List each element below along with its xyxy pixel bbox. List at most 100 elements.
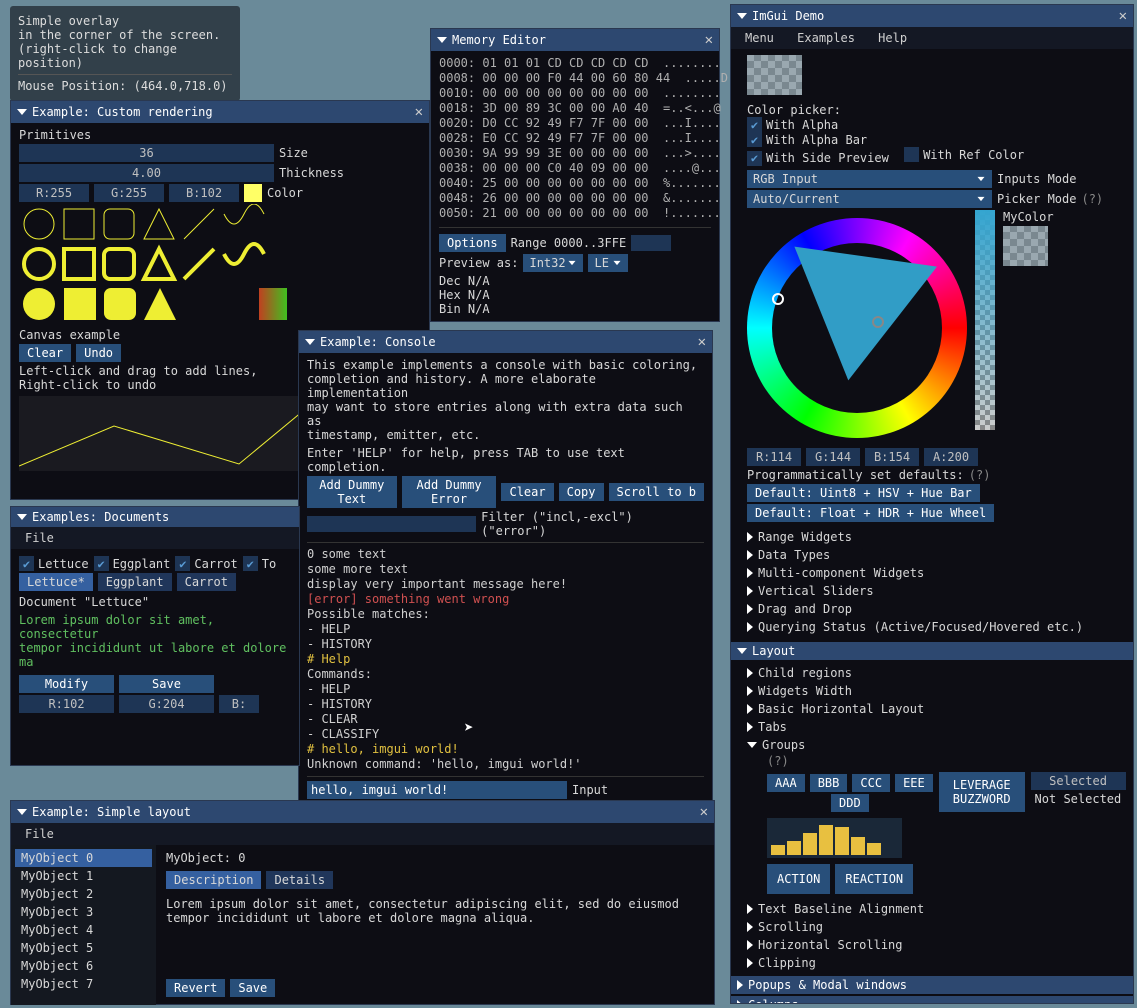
default-2-button[interactable]: Default: Float + HDR + Hue Wheel: [747, 504, 994, 522]
color-preview-large[interactable]: [747, 55, 802, 95]
columns-header[interactable]: Columns: [731, 996, 1133, 1005]
selected-cell[interactable]: Selected: [1031, 772, 1126, 790]
titlebar[interactable]: Example: Simple layout ✕: [11, 801, 714, 823]
menu-help[interactable]: Help: [870, 29, 915, 47]
alpha-bar[interactable]: [975, 210, 995, 430]
tree-item[interactable]: Text Baseline Alignment: [747, 900, 1117, 918]
tree-item[interactable]: Drag and Drop: [747, 600, 1117, 618]
tree-item[interactable]: Basic Horizontal Layout: [747, 700, 1117, 718]
titlebar[interactable]: ImGui Demo ✕: [731, 5, 1133, 27]
tree-item[interactable]: Vertical Sliders: [747, 582, 1117, 600]
list-item[interactable]: MyObject 1: [15, 867, 152, 885]
checkbox-tomato[interactable]: ✔To: [243, 556, 276, 571]
add-dummy-error-button[interactable]: Add Dummy Error: [402, 476, 497, 508]
aaa-button[interactable]: AAA: [767, 774, 805, 792]
collapse-arrow-icon[interactable]: [305, 339, 315, 345]
color-b-drag[interactable]: B:102: [169, 184, 239, 202]
save-button[interactable]: Save: [230, 979, 275, 997]
leverage-button[interactable]: LEVERAGE BUZZWORD: [939, 772, 1025, 812]
titlebar[interactable]: Example: Custom rendering ✕: [11, 101, 429, 123]
inputs-mode-combo[interactable]: RGB Input: [747, 170, 992, 188]
help-marker-icon[interactable]: (?): [1081, 192, 1103, 206]
tree-item[interactable]: Multi-component Widgets: [747, 564, 1117, 582]
color-wheel[interactable]: [747, 210, 967, 446]
ccc-button[interactable]: CCC: [852, 774, 890, 792]
object-list[interactable]: MyObject 0MyObject 1MyObject 2MyObject 3…: [11, 845, 156, 1005]
ddd-button[interactable]: DDD: [831, 794, 869, 812]
checkbox-side-preview[interactable]: ✔With Side Preview: [747, 151, 889, 166]
console-input[interactable]: [307, 781, 567, 799]
titlebar[interactable]: Memory Editor ✕: [431, 29, 719, 51]
list-item[interactable]: MyObject 6: [15, 957, 152, 975]
clear-button[interactable]: Clear: [501, 483, 553, 501]
checkbox-lettuce[interactable]: ✔Lettuce: [19, 556, 89, 571]
goto-input[interactable]: [631, 235, 671, 251]
menu-file[interactable]: File: [17, 529, 62, 547]
filter-input[interactable]: [307, 516, 476, 532]
reaction-button[interactable]: REACTION: [835, 864, 913, 894]
tree-item[interactable]: Range Widgets: [747, 528, 1117, 546]
checkbox-alpha-bar[interactable]: ✔With Alpha Bar: [747, 132, 867, 147]
window-memory-editor[interactable]: Memory Editor ✕ 0000: 01 01 01 CD CD CD …: [430, 28, 720, 322]
save-button[interactable]: Save: [119, 675, 214, 693]
tab-carrot[interactable]: Carrot: [177, 573, 236, 591]
revert-button[interactable]: Revert: [166, 979, 225, 997]
color-b-drag[interactable]: B:: [219, 695, 259, 713]
window-documents[interactable]: Examples: Documents File ✔Lettuce ✔Eggpl…: [10, 506, 300, 766]
collapse-arrow-icon[interactable]: [437, 37, 447, 43]
list-item[interactable]: MyObject 7: [15, 975, 152, 993]
menu-examples[interactable]: Examples: [789, 29, 863, 47]
window-simple-layout[interactable]: Example: Simple layout ✕ File MyObject 0…: [10, 800, 715, 1005]
size-drag[interactable]: 36: [19, 144, 274, 162]
titlebar[interactable]: Example: Console ✕: [299, 331, 712, 353]
list-item[interactable]: MyObject 4: [15, 921, 152, 939]
copy-button[interactable]: Copy: [559, 483, 604, 501]
g-drag[interactable]: G:144: [806, 448, 860, 466]
scroll-bottom-button[interactable]: Scroll to b: [609, 483, 704, 501]
options-button[interactable]: Options: [439, 234, 506, 252]
close-icon[interactable]: ✕: [700, 804, 708, 820]
list-item[interactable]: MyObject 5: [15, 939, 152, 957]
collapse-arrow-icon[interactable]: [17, 514, 27, 520]
color-g-drag[interactable]: G:204: [119, 695, 214, 713]
tree-item[interactable]: Tabs: [747, 718, 1117, 736]
list-item[interactable]: MyObject 2: [15, 885, 152, 903]
checkbox-carrot[interactable]: ✔Carrot: [175, 556, 237, 571]
close-icon[interactable]: ✕: [705, 32, 713, 48]
tree-groups[interactable]: Groups: [747, 736, 1117, 754]
color-r-drag[interactable]: R:102: [19, 695, 114, 713]
checkbox-eggplant[interactable]: ✔Eggplant: [94, 556, 171, 571]
type-combo[interactable]: Int32: [523, 254, 583, 272]
modify-button[interactable]: Modify: [19, 675, 114, 693]
mycolor-swatch[interactable]: [1003, 226, 1048, 266]
list-item[interactable]: MyObject 3: [15, 903, 152, 921]
close-icon[interactable]: ✕: [1119, 8, 1127, 24]
collapse-arrow-icon[interactable]: [17, 109, 27, 115]
tab-eggplant[interactable]: Eggplant: [98, 573, 172, 591]
menu-menu[interactable]: Menu: [737, 29, 782, 47]
color-swatch[interactable]: [244, 184, 262, 202]
eee-button[interactable]: EEE: [895, 774, 933, 792]
a-drag[interactable]: A:200: [924, 448, 978, 466]
tab-description[interactable]: Description: [166, 871, 261, 889]
window-console[interactable]: Example: Console ✕ This example implemen…: [298, 330, 713, 807]
tree-item[interactable]: Data Types: [747, 546, 1117, 564]
color-g-drag[interactable]: G:255: [94, 184, 164, 202]
tree-item[interactable]: Widgets Width: [747, 682, 1117, 700]
titlebar[interactable]: Examples: Documents: [11, 507, 299, 527]
tree-item[interactable]: Clipping: [747, 954, 1117, 972]
close-icon[interactable]: ✕: [698, 334, 706, 350]
tree-item[interactable]: Querying Status (Active/Focused/Hovered …: [747, 618, 1117, 636]
b-drag[interactable]: B:154: [865, 448, 919, 466]
endian-combo[interactable]: LE: [588, 254, 628, 272]
tree-item[interactable]: Scrolling: [747, 918, 1117, 936]
undo-button[interactable]: Undo: [76, 344, 121, 362]
menu-file[interactable]: File: [17, 825, 62, 843]
color-r-drag[interactable]: R:255: [19, 184, 89, 202]
clear-button[interactable]: Clear: [19, 344, 71, 362]
add-dummy-text-button[interactable]: Add Dummy Text: [307, 476, 397, 508]
window-imgui-demo[interactable]: ImGui Demo ✕ Menu Examples Help Color pi…: [730, 4, 1134, 1004]
not-selected-cell[interactable]: Not Selected: [1031, 790, 1126, 808]
popups-header[interactable]: Popups & Modal windows: [731, 976, 1133, 994]
close-icon[interactable]: ✕: [415, 104, 423, 120]
